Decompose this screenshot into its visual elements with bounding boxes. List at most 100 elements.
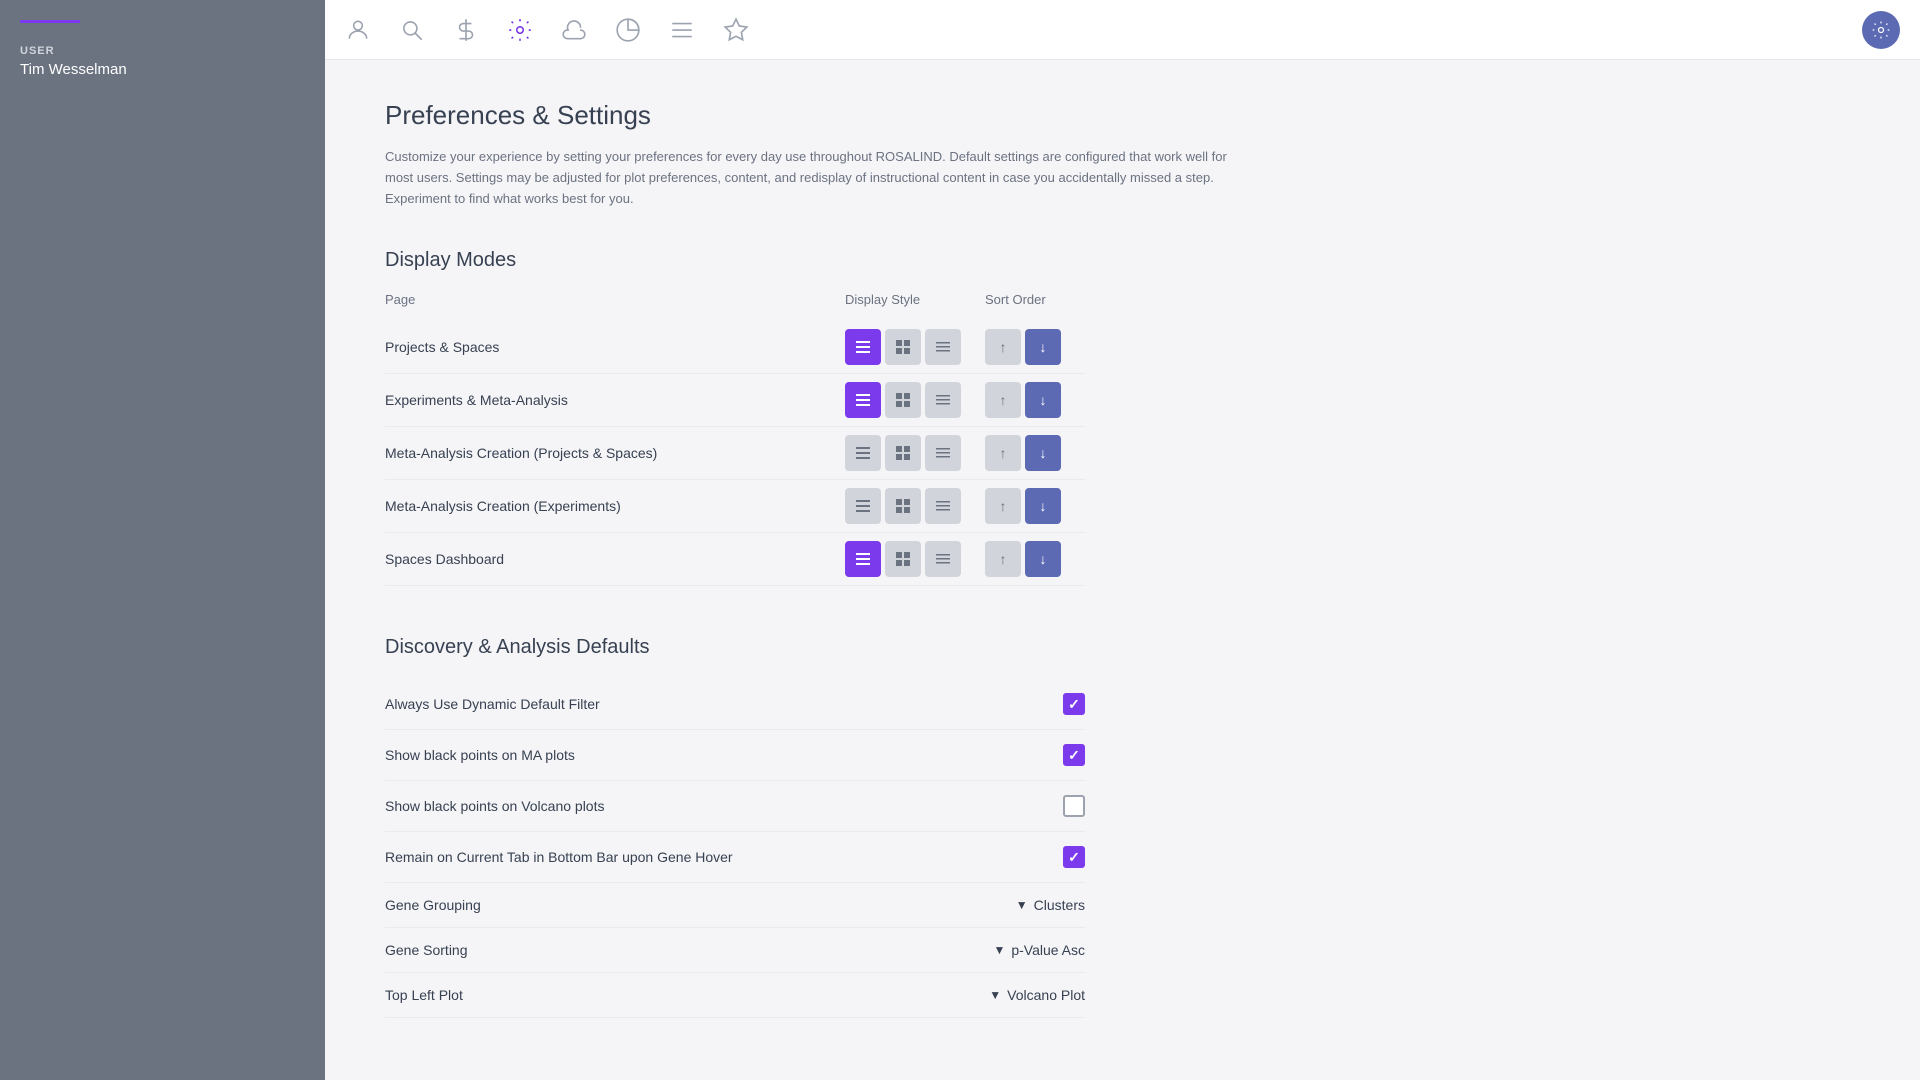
sort-down-4[interactable]: ↓ bbox=[1025, 488, 1061, 524]
settings-icon[interactable] bbox=[507, 17, 533, 43]
defaults-label-gene-sorting: Gene Sorting bbox=[385, 942, 993, 958]
defaults-control-gene-grouping[interactable]: ▼ Clusters bbox=[1016, 897, 1085, 913]
defaults-row-gene-sorting: Gene Sorting ▼ p-Value Asc bbox=[385, 928, 1085, 973]
sort-up-4[interactable]: ↑ bbox=[985, 488, 1021, 524]
dm-sort-buttons-4: ↑ ↓ bbox=[985, 488, 1085, 524]
sort-down-1[interactable]: ↓ bbox=[1025, 329, 1061, 365]
style-btn-list-2[interactable] bbox=[845, 382, 881, 418]
dm-label-projects-spaces: Projects & Spaces bbox=[385, 339, 845, 355]
defaults-section-title: Discovery & Analysis Defaults bbox=[385, 636, 1085, 659]
defaults-row-gene-grouping: Gene Grouping ▼ Clusters bbox=[385, 883, 1085, 928]
style-btn-compact-2[interactable] bbox=[925, 382, 961, 418]
style-btn-compact-4[interactable] bbox=[925, 488, 961, 524]
gene-sorting-value: p-Value Asc bbox=[1011, 942, 1085, 958]
defaults-control-top-left-plot[interactable]: ▼ Volcano Plot bbox=[989, 987, 1085, 1003]
chart-icon[interactable] bbox=[615, 17, 641, 43]
sort-up-1[interactable]: ↑ bbox=[985, 329, 1021, 365]
dm-style-buttons-5 bbox=[845, 541, 985, 577]
defaults-label-ma-plots: Show black points on MA plots bbox=[385, 747, 1063, 763]
page-description: Customize your experience by setting you… bbox=[385, 147, 1245, 209]
checkbox-ma-plots[interactable] bbox=[1063, 744, 1085, 766]
search-icon[interactable] bbox=[399, 17, 425, 43]
person-icon[interactable] bbox=[345, 17, 371, 43]
user-section: USER Tim Wesselman bbox=[20, 35, 305, 88]
sort-down-2[interactable]: ↓ bbox=[1025, 382, 1061, 418]
defaults-row-ma-plots: Show black points on MA plots bbox=[385, 730, 1085, 781]
dm-row-meta-projects: Meta-Analysis Creation (Projects & Space… bbox=[385, 427, 1085, 480]
display-modes-title: Display Modes bbox=[385, 249, 1860, 272]
sort-down-3[interactable]: ↓ bbox=[1025, 435, 1061, 471]
style-btn-compact-5[interactable] bbox=[925, 541, 961, 577]
user-name: Tim Wesselman bbox=[20, 61, 305, 78]
dollar-icon[interactable] bbox=[453, 17, 479, 43]
top-left-plot-arrow: ▼ bbox=[989, 988, 1001, 1002]
defaults-label-remain-tab: Remain on Current Tab in Bottom Bar upon… bbox=[385, 849, 1063, 865]
defaults-row-volcano-plots: Show black points on Volcano plots bbox=[385, 781, 1085, 832]
dm-header-page-label: Page bbox=[385, 292, 845, 307]
star-icon[interactable] bbox=[723, 17, 749, 43]
style-btn-grid-5[interactable] bbox=[885, 541, 921, 577]
style-btn-compact-1[interactable] bbox=[925, 329, 961, 365]
user-label: USER bbox=[20, 45, 305, 57]
style-btn-compact-3[interactable] bbox=[925, 435, 961, 471]
defaults-control-ma-plots bbox=[1063, 744, 1085, 766]
user-avatar-badge[interactable] bbox=[1862, 11, 1900, 49]
list-icon[interactable] bbox=[669, 17, 695, 43]
defaults-label-dynamic-filter: Always Use Dynamic Default Filter bbox=[385, 696, 1063, 712]
page-title: Preferences & Settings bbox=[385, 100, 1860, 131]
checkbox-volcano-plots[interactable] bbox=[1063, 795, 1085, 817]
defaults-control-volcano-plots bbox=[1063, 795, 1085, 817]
defaults-label-gene-grouping: Gene Grouping bbox=[385, 897, 1016, 913]
dm-label-spaces-dashboard: Spaces Dashboard bbox=[385, 551, 845, 567]
style-btn-list-1[interactable] bbox=[845, 329, 881, 365]
dm-style-buttons-1 bbox=[845, 329, 985, 365]
dm-label-meta-experiments: Meta-Analysis Creation (Experiments) bbox=[385, 498, 845, 514]
dm-label-meta-projects: Meta-Analysis Creation (Projects & Space… bbox=[385, 445, 845, 461]
sort-down-5[interactable]: ↓ bbox=[1025, 541, 1061, 577]
defaults-label-volcano-plots: Show black points on Volcano plots bbox=[385, 798, 1063, 814]
defaults-row-remain-tab: Remain on Current Tab in Bottom Bar upon… bbox=[385, 832, 1085, 883]
style-btn-grid-4[interactable] bbox=[885, 488, 921, 524]
checkbox-remain-tab[interactable] bbox=[1063, 846, 1085, 868]
sort-up-5[interactable]: ↑ bbox=[985, 541, 1021, 577]
defaults-section: Discovery & Analysis Defaults Always Use… bbox=[385, 636, 1085, 1018]
style-btn-grid-2[interactable] bbox=[885, 382, 921, 418]
gene-grouping-arrow: ▼ bbox=[1016, 898, 1028, 912]
dm-sort-buttons-2: ↑ ↓ bbox=[985, 382, 1085, 418]
defaults-row-top-left-plot: Top Left Plot ▼ Volcano Plot bbox=[385, 973, 1085, 1018]
display-modes-section: Display Modes Page Display Style Sort Or… bbox=[385, 249, 1860, 586]
dm-row-meta-experiments: Meta-Analysis Creation (Experiments) bbox=[385, 480, 1085, 533]
gene-grouping-value: Clusters bbox=[1034, 897, 1085, 913]
dm-row-projects-spaces: Projects & Spaces ↑ bbox=[385, 321, 1085, 374]
style-btn-grid-1[interactable] bbox=[885, 329, 921, 365]
dm-style-buttons-3 bbox=[845, 435, 985, 471]
style-btn-list-5[interactable] bbox=[845, 541, 881, 577]
dm-label-experiments: Experiments & Meta-Analysis bbox=[385, 392, 845, 408]
cloud-icon[interactable] bbox=[561, 17, 587, 43]
content-area: Preferences & Settings Customize your ex… bbox=[325, 60, 1920, 1080]
user-badge[interactable] bbox=[1862, 11, 1900, 49]
sort-up-2[interactable]: ↑ bbox=[985, 382, 1021, 418]
dm-style-buttons-2 bbox=[845, 382, 985, 418]
gene-sorting-arrow: ▼ bbox=[993, 943, 1005, 957]
dm-header-style-label: Display Style bbox=[845, 292, 985, 307]
dm-header-sort-label: Sort Order bbox=[985, 292, 1085, 307]
dm-sort-buttons-3: ↑ ↓ bbox=[985, 435, 1085, 471]
defaults-control-remain-tab bbox=[1063, 846, 1085, 868]
display-modes-table: Page Display Style Sort Order Projects &… bbox=[385, 292, 1085, 586]
dm-row-experiments: Experiments & Meta-Analysis ↑ bbox=[385, 374, 1085, 427]
sidebar: USER Tim Wesselman bbox=[0, 0, 325, 1080]
sort-up-3[interactable]: ↑ bbox=[985, 435, 1021, 471]
style-btn-grid-3[interactable] bbox=[885, 435, 921, 471]
sidebar-accent-bar bbox=[20, 20, 80, 23]
defaults-control-dynamic-filter bbox=[1063, 693, 1085, 715]
style-btn-list-4[interactable] bbox=[845, 488, 881, 524]
defaults-control-gene-sorting[interactable]: ▼ p-Value Asc bbox=[993, 942, 1085, 958]
checkbox-dynamic-filter[interactable] bbox=[1063, 693, 1085, 715]
top-left-plot-value: Volcano Plot bbox=[1007, 987, 1085, 1003]
main-area: Preferences & Settings Customize your ex… bbox=[325, 0, 1920, 1080]
dm-sort-buttons-5: ↑ ↓ bbox=[985, 541, 1085, 577]
dm-row-spaces-dashboard: Spaces Dashboard ↑ ↓ bbox=[385, 533, 1085, 586]
style-btn-list-3[interactable] bbox=[845, 435, 881, 471]
dm-table-header: Page Display Style Sort Order bbox=[385, 292, 1085, 313]
